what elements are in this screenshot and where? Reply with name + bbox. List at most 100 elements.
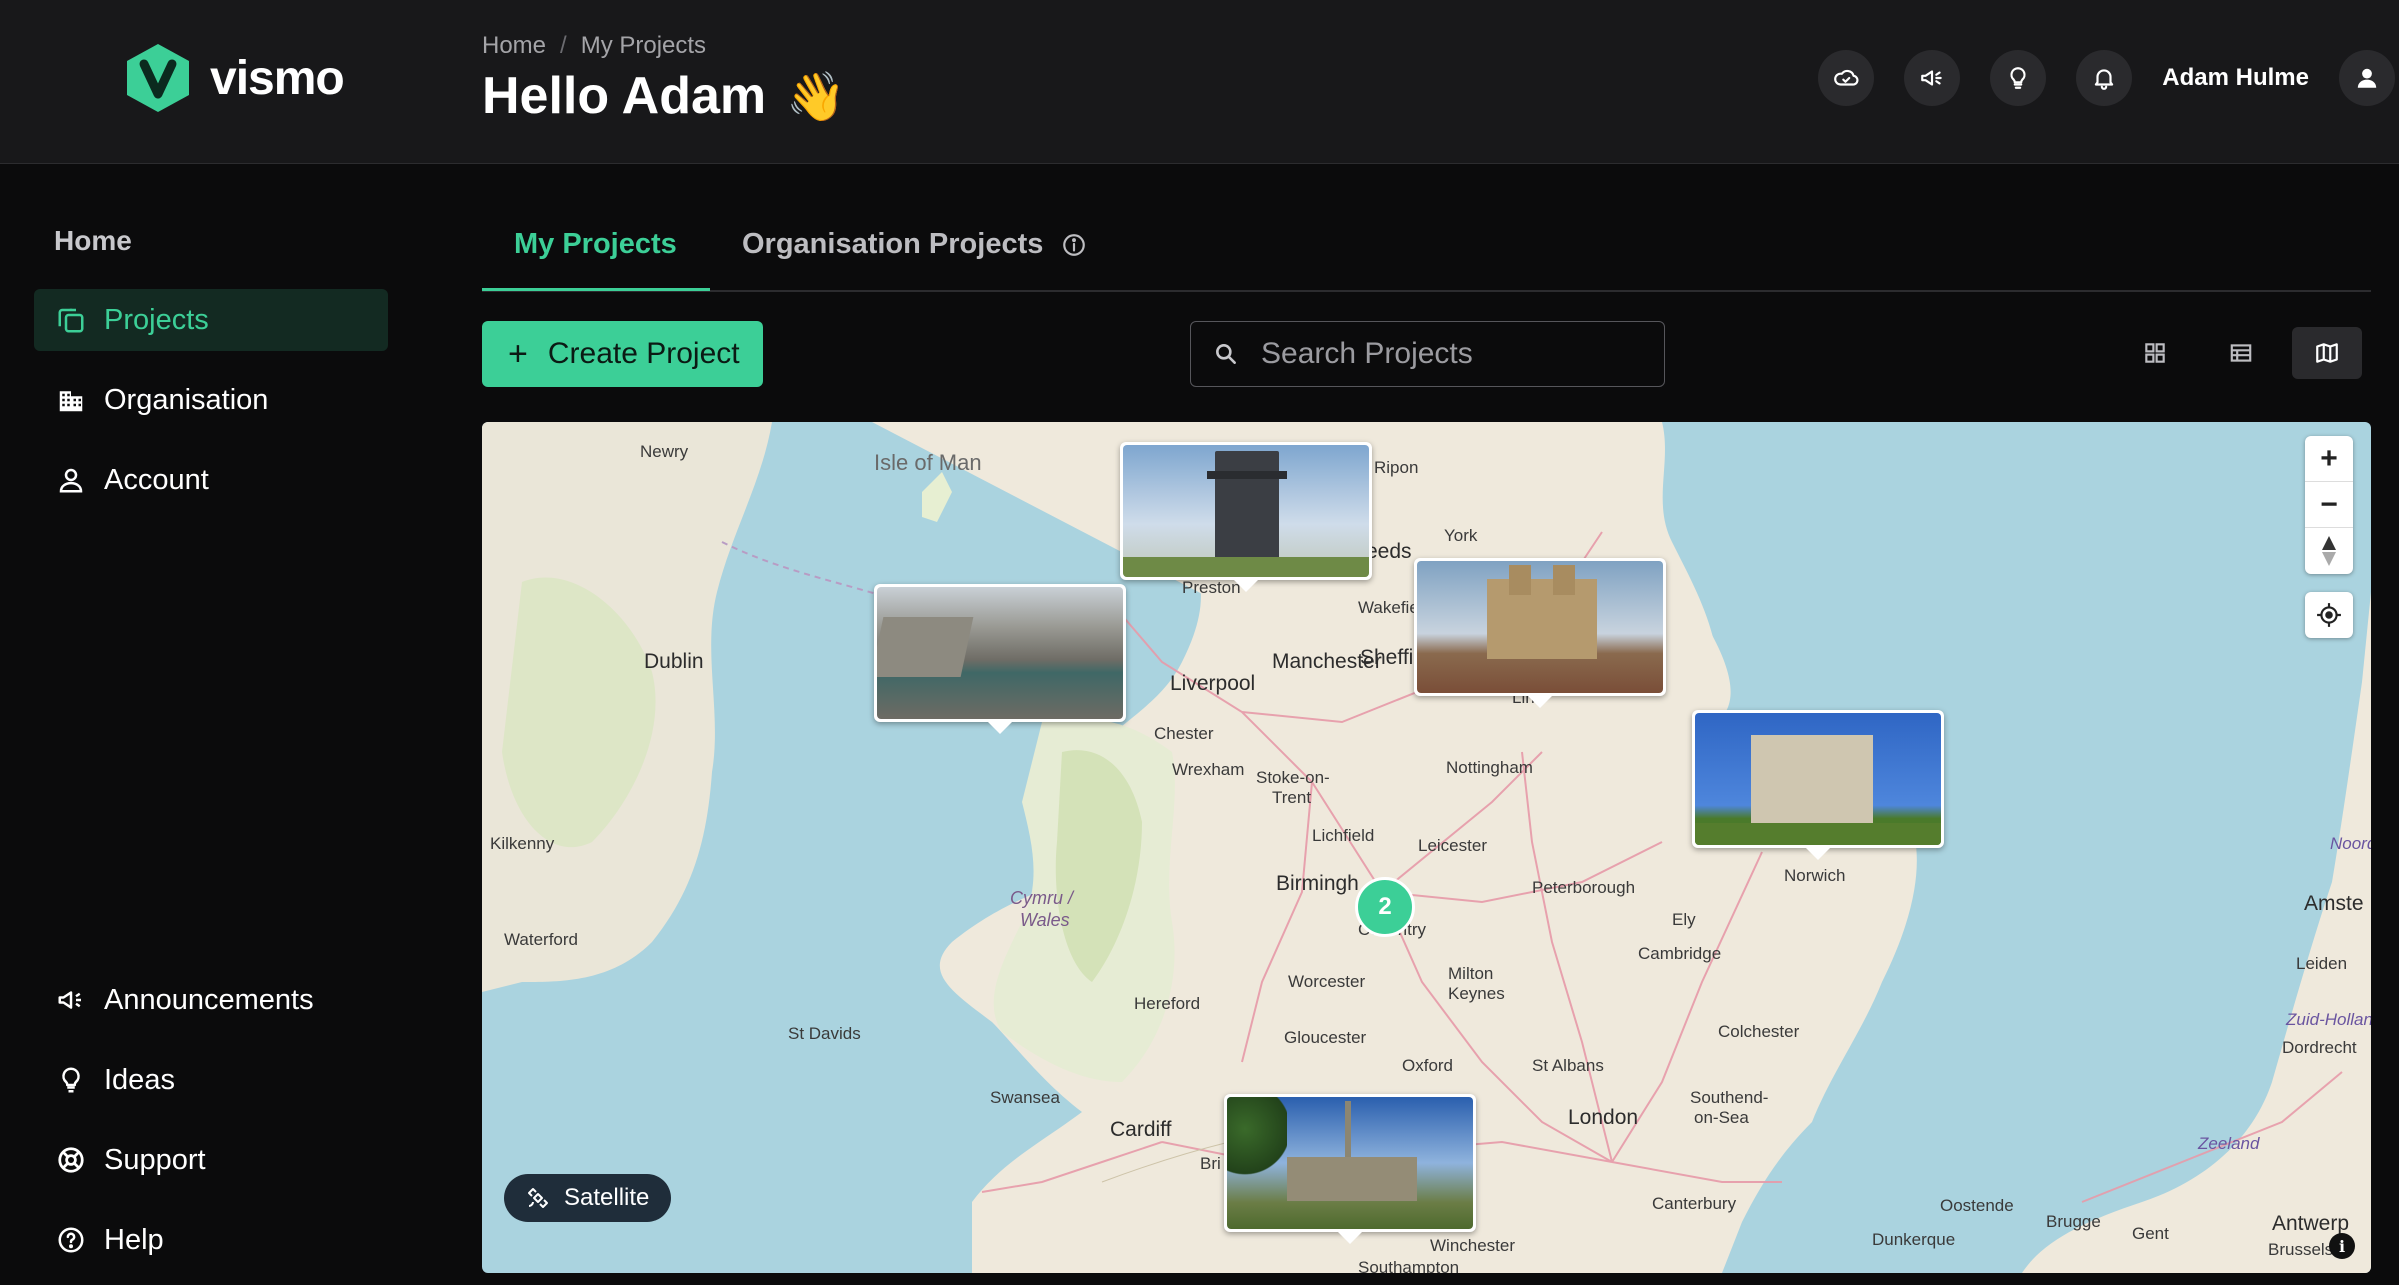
grid-view-icon <box>2145 343 2165 363</box>
sidebar-home[interactable]: Home <box>54 225 132 257</box>
tab-my-projects[interactable]: My Projects <box>514 228 677 292</box>
project-thumbnail <box>1227 1097 1473 1229</box>
project-pin-castle[interactable] <box>1692 710 1944 860</box>
info-icon[interactable] <box>1061 232 1087 258</box>
search-input[interactable] <box>1261 337 1641 371</box>
search-box <box>1190 321 1665 387</box>
map-label: Cambridge <box>1638 944 1722 963</box>
map-label: on-Sea <box>1694 1108 1749 1127</box>
satellite-label: Satellite <box>564 1184 650 1211</box>
geolocate-button[interactable] <box>2305 592 2353 638</box>
satellite-icon <box>528 1188 548 1208</box>
map-label: Isle of Man <box>874 450 982 475</box>
sidebar-item-label: Account <box>104 463 209 496</box>
map-label: Worcester <box>1288 972 1366 991</box>
building-icon <box>59 391 83 412</box>
map-label: Cymru / <box>1010 888 1073 908</box>
zoom-out-button[interactable]: − <box>2305 482 2353 528</box>
project-cluster-marker[interactable]: 2 <box>1355 877 1415 937</box>
map-label: Bri <box>1200 1154 1221 1173</box>
cloud-icon <box>1834 69 1859 86</box>
map-label: Dunkerque <box>1872 1230 1956 1249</box>
sync-button[interactable] <box>1818 50 1875 106</box>
map-label: Zeeland <box>2198 1134 2260 1153</box>
table-view-icon <box>2230 344 2252 362</box>
map-label: Kilkenny <box>490 834 555 853</box>
map-label: Ely <box>1672 910 1696 929</box>
project-thumbnail <box>877 587 1123 719</box>
vismo-logo[interactable]: vismo <box>124 42 345 114</box>
search-icon <box>1216 344 1236 364</box>
top-bar: vismo Home / My Projects Hello Adam 👋 Ad… <box>0 0 2399 164</box>
sidebar-item-label: Support <box>104 1143 206 1176</box>
tab-label: My Projects <box>514 228 677 260</box>
map-label: Gloucester <box>1284 1028 1367 1047</box>
megaphone-icon <box>58 991 81 1009</box>
vismo-logo-icon <box>127 44 189 112</box>
map-label: Birmingh <box>1276 872 1359 895</box>
tab-organisation-projects[interactable]: Organisation Projects <box>742 228 1087 292</box>
map-label: Southampton <box>1358 1258 1460 1273</box>
announcements-button[interactable] <box>1904 50 1961 106</box>
lightbulb-icon <box>2010 67 2026 89</box>
sidebar-item-label: Ideas <box>104 1063 175 1096</box>
map-view-icon <box>2316 343 2338 363</box>
project-pin-cathedral[interactable] <box>1414 558 1666 708</box>
user-avatar[interactable] <box>2339 50 2395 106</box>
map-label: Sheffi <box>1360 646 1414 669</box>
grid-view-button[interactable] <box>2120 327 2190 379</box>
ideas-button[interactable] <box>1990 50 2047 106</box>
map-label: Milton <box>1448 964 1494 983</box>
map-label: Liverpool <box>1170 672 1256 695</box>
zoom-in-button[interactable]: + <box>2305 436 2353 482</box>
map-label: Hereford <box>1134 994 1201 1013</box>
sidebar-item-ideas[interactable]: Ideas <box>34 1049 388 1111</box>
map-label: Norwich <box>1784 866 1846 885</box>
map-label: Stoke-on- <box>1256 768 1330 787</box>
compass-button[interactable] <box>2305 528 2353 574</box>
map-label: Canterbury <box>1652 1194 1737 1213</box>
breadcrumb: Home / My Projects <box>482 32 706 60</box>
map-navigation-control: + − <box>2305 436 2353 574</box>
waving-hand-icon: 👋 <box>786 70 846 124</box>
locate-icon <box>2317 603 2341 627</box>
map-label: Winchester <box>1430 1236 1516 1255</box>
sidebar-item-help[interactable]: Help <box>34 1209 388 1271</box>
compass-icon <box>2322 536 2336 566</box>
sidebar-item-organisation[interactable]: Organisation <box>34 369 388 431</box>
breadcrumb-home[interactable]: Home <box>482 32 546 60</box>
projects-map[interactable]: Newry Isle of Man Dublin Kilkenny Waterf… <box>482 422 2371 1273</box>
map-label: Wrexham <box>1172 760 1245 779</box>
project-pin-tower[interactable] <box>1120 442 1372 592</box>
sidebar-item-label: Projects <box>104 303 209 336</box>
map-label: Amste <box>2304 892 2364 915</box>
project-thumbnail <box>1695 713 1941 845</box>
map-label: Waterford <box>504 930 579 949</box>
bell-icon <box>2095 69 2114 90</box>
create-project-button[interactable]: + Create Project <box>482 321 763 387</box>
map-label: Ripon <box>1374 458 1419 477</box>
map-label: Southend- <box>1690 1088 1769 1107</box>
projects-icon <box>56 305 84 333</box>
sidebar-item-announcements[interactable]: Announcements <box>34 969 388 1031</box>
user-name[interactable]: Adam Hulme <box>2162 64 2309 92</box>
sidebar-item-support[interactable]: Support <box>34 1129 388 1191</box>
map-label: Peterborough <box>1532 878 1636 897</box>
sidebar-item-projects[interactable]: Projects <box>34 289 388 351</box>
header-actions: Adam Hulme <box>1788 50 2399 106</box>
table-view-button[interactable] <box>2206 327 2276 379</box>
map-label: Chester <box>1154 724 1214 743</box>
active-tab-indicator <box>482 288 710 291</box>
project-pin-quarry[interactable] <box>874 584 1126 734</box>
map-view-button[interactable] <box>2292 327 2362 379</box>
map-label: Wales <box>1020 910 1070 930</box>
satellite-toggle-button[interactable]: Satellite <box>504 1174 672 1222</box>
attribution-info-button[interactable]: i <box>2329 1233 2355 1259</box>
notifications-button[interactable] <box>2076 50 2133 106</box>
map-label: Colchester <box>1718 1022 1800 1041</box>
project-pin-salisbury[interactable] <box>1224 1094 1476 1244</box>
megaphone-icon <box>1921 70 1943 86</box>
sidebar-item-account[interactable]: Account <box>34 449 388 511</box>
lifebuoy-icon <box>58 1147 84 1173</box>
map-label: Cardiff <box>1110 1118 1172 1141</box>
